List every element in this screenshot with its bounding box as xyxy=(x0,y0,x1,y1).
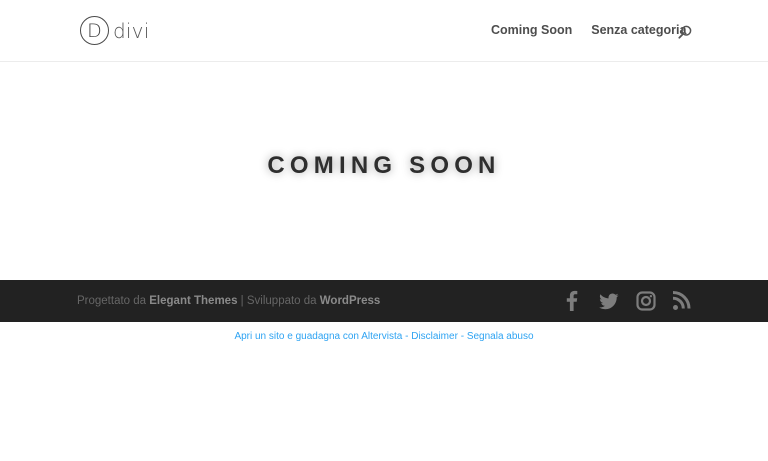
altervista-link[interactable]: Apri un sito e guadagna con Altervista xyxy=(234,331,402,342)
nav-item-senza-categoria[interactable]: Senza categoria xyxy=(591,22,686,38)
rss-icon[interactable] xyxy=(672,290,692,312)
credits-separator: | xyxy=(240,295,244,307)
twitter-icon[interactable] xyxy=(599,290,619,312)
main-nav: Coming Soon Senza categoria xyxy=(491,22,705,38)
credits-platform-link[interactable]: WordPress xyxy=(320,295,381,307)
site-footer: Progettato da Elegant Themes | Sviluppat… xyxy=(0,280,768,322)
footer-credits: Progettato da Elegant Themes | Sviluppat… xyxy=(77,294,380,308)
report-abuse-link[interactable]: Segnala abuso xyxy=(467,331,534,342)
page-title: COMING SOON xyxy=(267,152,501,180)
logo-text: divi xyxy=(113,18,150,43)
credits-middle: Sviluppato da xyxy=(246,295,317,307)
logo-mark: D xyxy=(80,16,109,45)
link-separator: - xyxy=(460,331,465,342)
bottom-links: Apri un sito e guadagna con Altervista -… xyxy=(0,331,768,343)
search-icon[interactable] xyxy=(678,24,692,39)
site-logo[interactable]: D divi xyxy=(80,14,149,47)
credits-prefix: Progettato da xyxy=(77,295,147,307)
instagram-icon[interactable] xyxy=(636,290,656,312)
site-header: D divi Coming Soon Senza categoria xyxy=(0,0,768,62)
facebook-icon[interactable] xyxy=(566,290,578,312)
credits-theme-link[interactable]: Elegant Themes xyxy=(149,295,237,307)
nav-item-coming-soon[interactable]: Coming Soon xyxy=(491,22,572,38)
disclaimer-link[interactable]: Disclaimer xyxy=(411,331,458,342)
link-separator: - xyxy=(405,331,409,342)
